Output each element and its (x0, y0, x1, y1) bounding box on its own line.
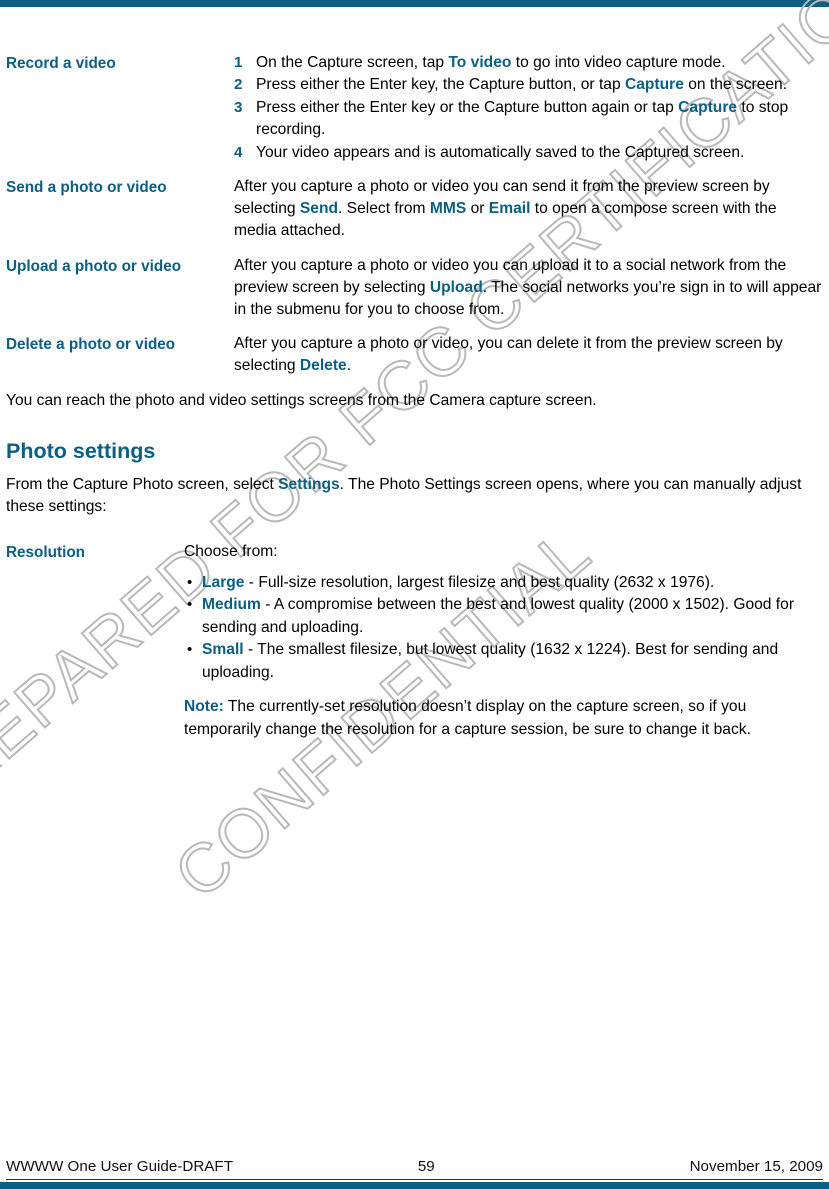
list-item: • Medium - A compromise between the best … (184, 594, 823, 639)
step-text-pre: Your video appears and is automatically … (256, 143, 745, 161)
photo-settings-intro: From the Capture Photo screen, select Se… (6, 474, 823, 519)
footer-date: November 15, 2009 (689, 1158, 823, 1175)
resolution-option-list: • Large - Full-size resolution, largest f… (184, 572, 823, 684)
lead-paragraph: You can reach the photo and video settin… (6, 391, 597, 409)
send-text-3: or (466, 200, 489, 218)
step-number: 2 (234, 76, 243, 94)
definition-row-delete: Delete a photo or video After you captur… (6, 333, 823, 377)
keyword-send: Send (299, 200, 339, 218)
step-text-pre: Press either the Enter key, the Capture … (256, 76, 625, 94)
keyword-to-video: To video (448, 54, 512, 71)
option-name-small: Small (202, 641, 244, 659)
option-desc-medium: - A compromise between the best and lowe… (202, 596, 795, 636)
definition-row-resolution: Resolution Choose from: • Large - Full-si… (6, 541, 823, 741)
list-item: • Small - The smallest filesize, but lowe… (184, 639, 823, 684)
step-number: 3 (234, 98, 243, 116)
footer-divider (6, 1179, 823, 1180)
choose-from-label: Choose from: (184, 542, 278, 560)
definition-row-send: Send a photo or video After you capture … (6, 176, 823, 243)
keyword-capture: Capture (624, 76, 684, 94)
bullet-icon: • (187, 596, 193, 614)
list-item: 4 Your video appears and is automatically… (234, 142, 823, 164)
keyword-mms: MMS (429, 200, 467, 218)
record-video-step-list: 1 On the Capture screen, tap To video to … (234, 52, 823, 164)
option-name-large: Large (202, 574, 245, 592)
description-delete-a-photo-or-video: After you capture a photo or video, you … (234, 333, 823, 377)
document-page: Record a video 1 On the Capture screen, t… (0, 0, 829, 1189)
footer-page-number: 59 (417, 1158, 435, 1175)
keyword-capture: Capture (678, 98, 738, 116)
keyword-settings: Settings (278, 476, 340, 494)
keyword-email: Email (488, 200, 531, 218)
step-text-pre: On the Capture screen, tap (256, 54, 449, 71)
step-number: 1 (234, 54, 243, 71)
list-item: • Large - Full-size resolution, largest f… (184, 572, 823, 594)
step-text-pre: Press either the Enter key or the Captur… (256, 98, 679, 116)
step-text-post: on the screen. (683, 76, 788, 94)
option-desc-small: - The smallest filesize, but lowest qual… (202, 641, 779, 681)
page-footer: WWWW One User Guide-DRAFT 59 November 15… (6, 1158, 823, 1175)
term-upload-a-photo-or-video: Upload a photo or video (6, 257, 182, 275)
option-desc-large: - Full-size resolution, largest filesize… (244, 574, 715, 592)
intro-text-1: From the Capture Photo screen, select (6, 476, 279, 494)
list-item: 1 On the Capture screen, tap To video to … (234, 52, 823, 74)
description-send-a-photo-or-video: After you capture a photo or video you c… (234, 176, 823, 243)
definition-row-record-video: Record a video 1 On the Capture screen, t… (6, 52, 823, 164)
term-record-a-video: Record a video (6, 55, 116, 72)
list-item: 3 Press either the Enter key or the Captu… (234, 97, 823, 142)
resolution-note: Note: The currently-set resolution doesn… (184, 696, 823, 741)
bullet-icon: • (187, 641, 193, 659)
option-name-medium: Medium (202, 596, 261, 614)
send-text-2: . Select from (338, 200, 430, 218)
step-text-post: to go into video capture mode. (511, 54, 726, 71)
keyword-delete: Delete (299, 357, 347, 375)
definition-row-upload: Upload a photo or video After you captur… (6, 255, 823, 322)
bullet-icon: • (187, 574, 193, 592)
note-label: Note: (184, 698, 224, 716)
description-resolution: Choose from: • Large - Full-size resoluti… (184, 541, 823, 741)
description-record-a-video: 1 On the Capture screen, tap To video to … (234, 52, 823, 164)
page-title-photo-settings: Photo settings (6, 439, 156, 464)
note-text: The currently-set resolution doesn’t dis… (184, 698, 751, 738)
term-delete-a-photo-or-video: Delete a photo or video (6, 336, 176, 354)
step-number: 4 (234, 143, 243, 161)
delete-text-2: . (346, 357, 352, 375)
description-upload-a-photo-or-video: After you capture a photo or video you c… (234, 255, 823, 322)
term-resolution: Resolution (6, 543, 86, 561)
term-send-a-photo-or-video: Send a photo or video (6, 179, 167, 197)
list-item: 2 Press either the Enter key, the Capture… (234, 74, 823, 96)
keyword-upload: Upload (429, 278, 483, 296)
page-content: Record a video 1 On the Capture screen, t… (6, 52, 823, 753)
